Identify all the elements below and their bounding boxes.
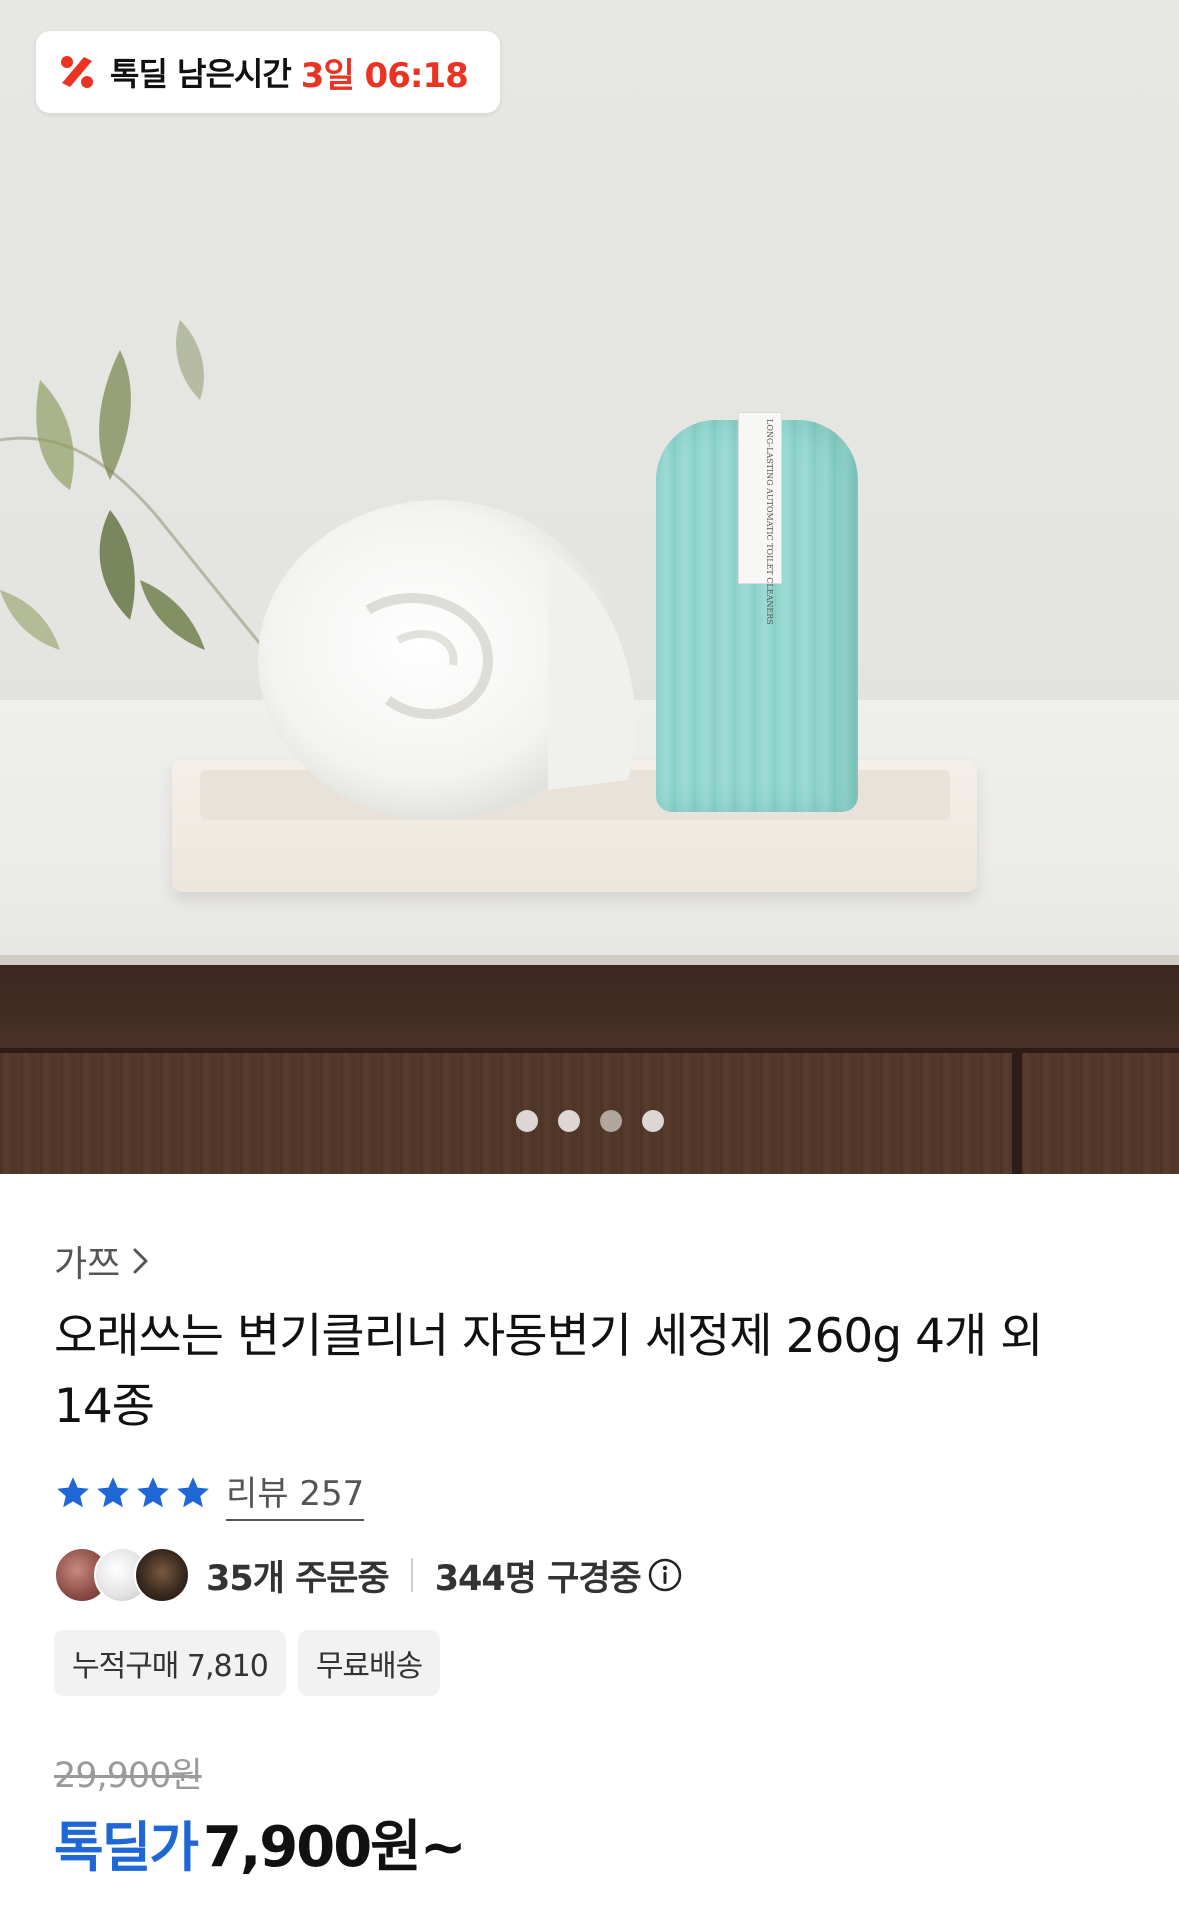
deal-percent-icon <box>61 56 93 88</box>
star-icon <box>57 1477 89 1508</box>
carousel-dots <box>0 1110 1179 1134</box>
deal-price-row: 톡딜가 7,900원~ <box>54 1802 467 1883</box>
tag-cumulative-purchase: 누적구매 7,810 <box>54 1630 286 1696</box>
carousel-dot[interactable] <box>515 1110 538 1132</box>
social-proof-row: 35개 주문중 344명 구경중 <box>54 1546 683 1604</box>
cabinet-top <box>0 965 1179 1051</box>
bottle-label-text: LONG-LASTING AUTOMATIC TOILET CLEANERS <box>765 419 774 625</box>
product-title: 오래쓰는 변기클리너 자동변기 세정제 260g 4개 외 14종 <box>54 1309 1043 1434</box>
counter-edge <box>0 955 1179 965</box>
buyer-avatars <box>54 1547 192 1603</box>
divider <box>410 1558 413 1592</box>
brand-name: 가쯔 <box>54 1244 121 1285</box>
brand-link[interactable]: 가쯔 <box>54 1235 152 1287</box>
original-price: 29,900원 <box>54 1756 203 1796</box>
carousel-dot[interactable] <box>557 1110 580 1132</box>
viewer-count: 344명 구경중 <box>434 1558 642 1599</box>
rating-row: 리뷰 257 <box>54 1466 365 1521</box>
carousel-dot-active[interactable] <box>599 1110 622 1132</box>
review-count-link[interactable]: 리뷰 257 <box>226 1466 365 1521</box>
star-icon <box>137 1477 169 1508</box>
carousel-dot[interactable] <box>641 1110 664 1132</box>
deal-price-label: 톡딜가 <box>54 1816 199 1879</box>
order-count: 35개 주문중 <box>206 1558 390 1599</box>
tag-free-shipping: 무료배송 <box>297 1630 441 1696</box>
deal-timer-chip: 톡딜 남은시간 3일 06:18 <box>36 31 500 113</box>
bottle-label: LONG-LASTING AUTOMATIC TOILET CLEANERS <box>738 412 782 625</box>
chevron-right-icon <box>133 1248 148 1274</box>
avatar <box>134 1547 190 1603</box>
deal-timer-remaining: 3일 06:18 <box>300 55 469 96</box>
product-image-carousel[interactable]: LONG-LASTING AUTOMATIC TOILET CLEANERS 톡… <box>0 0 1179 1174</box>
rolled-towel <box>258 500 636 820</box>
deal-price-value: 7,900원~ <box>203 1815 467 1880</box>
star-icon <box>97 1477 129 1508</box>
info-icon[interactable] <box>647 1557 683 1593</box>
deal-timer-label: 톡딜 남은시간 <box>110 55 292 93</box>
star-rating <box>54 1474 212 1512</box>
product-tags: 누적구매 7,810 무료배송 <box>54 1630 441 1696</box>
star-icon <box>177 1477 209 1508</box>
cabinet-seam <box>0 1048 1179 1053</box>
